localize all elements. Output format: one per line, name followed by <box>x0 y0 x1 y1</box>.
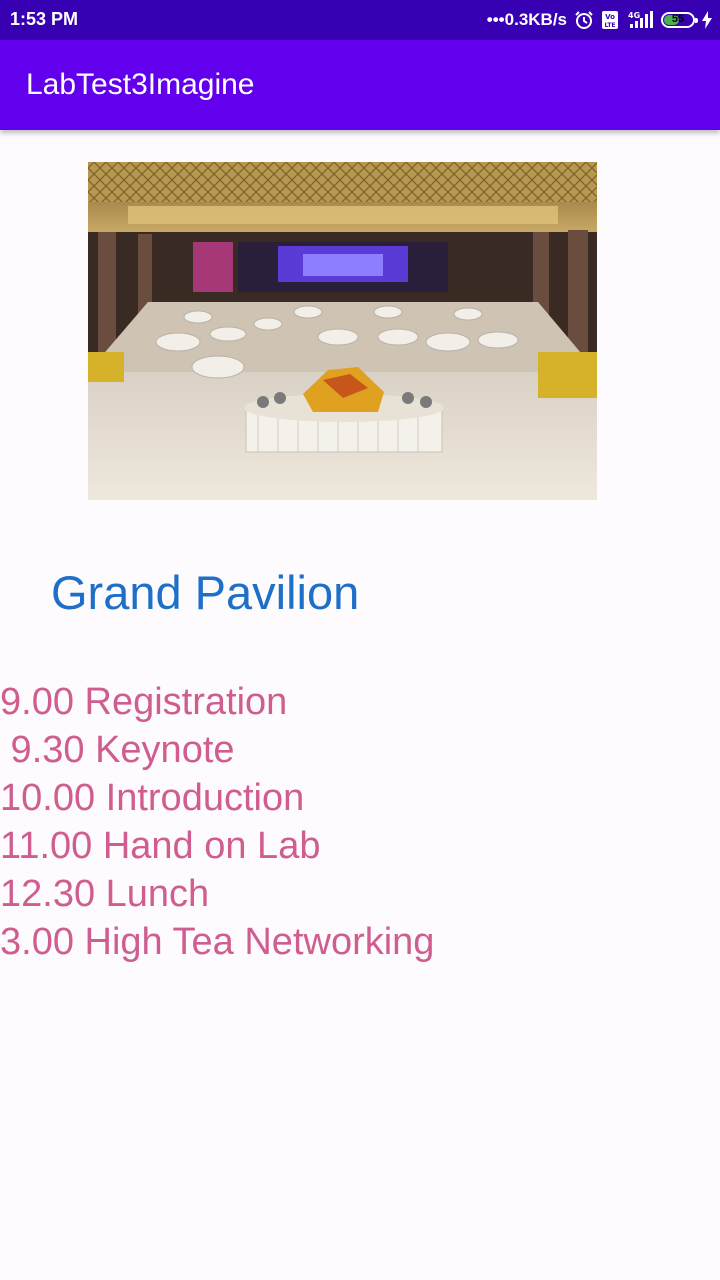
charging-icon <box>702 11 712 29</box>
volte-icon: Vo LTE <box>601 10 619 30</box>
app-title: LabTest3Imagine <box>26 68 255 101</box>
svg-text:Vo: Vo <box>605 13 615 21</box>
battery-tip <box>695 18 698 23</box>
svg-text:4G: 4G <box>628 11 640 20</box>
app-bar: LabTest3Imagine <box>0 40 720 130</box>
venue-image <box>88 162 597 500</box>
venue-title: Grand Pavilion <box>51 566 360 619</box>
schedule-list: 9.00 Registration 9.30 Keynote 10.00 Int… <box>0 678 434 966</box>
battery-level: 55 <box>671 13 685 25</box>
schedule-item: 11.00 Hand on Lab <box>0 825 321 867</box>
network-speed: •••0.3KB/s <box>486 10 567 29</box>
status-icons: •••0.3KB/s Vo LTE 4G 55 <box>487 8 712 32</box>
schedule-item: 9.30 Keynote <box>0 729 235 771</box>
schedule-item: 3.00 High Tea Networking <box>0 921 435 963</box>
schedule-item: 9.00 Registration <box>0 681 288 723</box>
schedule-item: 12.30 Lunch <box>0 873 210 915</box>
schedule-item: 10.00 Introduction <box>0 777 305 819</box>
status-bar: 1:53 PM •••0.3KB/s Vo LTE 4G 55 <box>0 0 720 40</box>
alarm-icon <box>574 10 594 30</box>
battery-icon: 55 <box>661 12 698 28</box>
status-time: 1:53 PM <box>10 9 79 29</box>
svg-text:LTE: LTE <box>604 22 615 29</box>
signal-4g-icon: 4G <box>626 10 654 30</box>
